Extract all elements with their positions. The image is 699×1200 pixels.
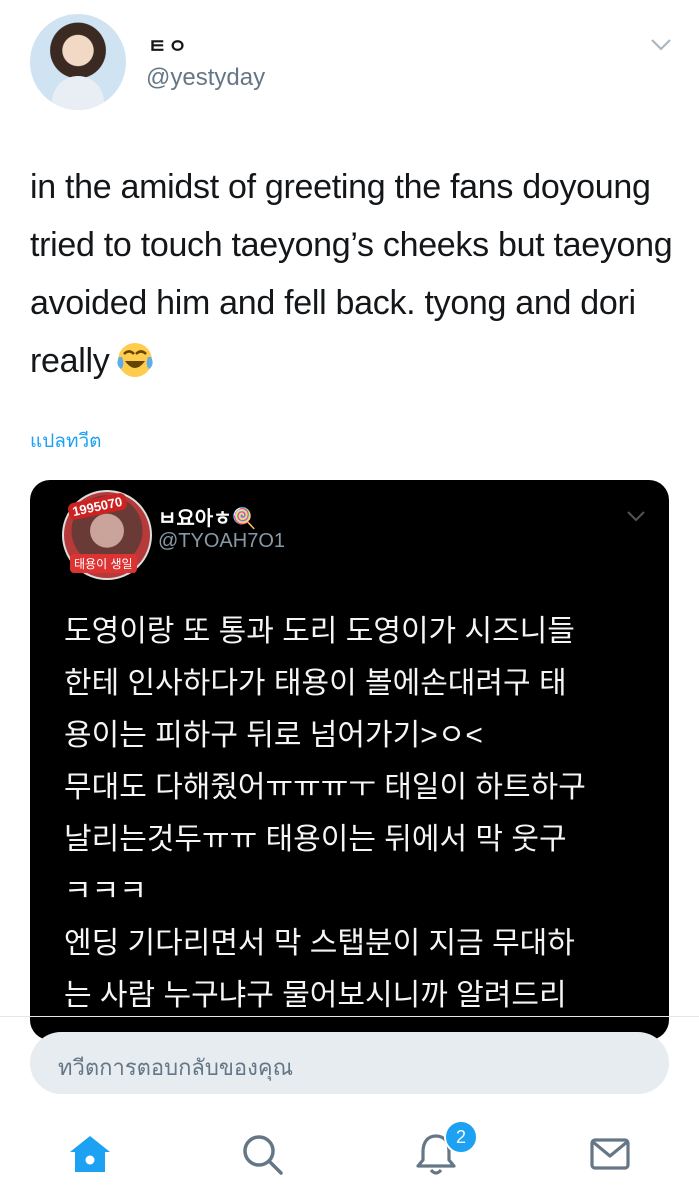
author-handle[interactable]: @yestyday <box>146 64 265 92</box>
quoted-handle: @TYOAH7O1 <box>158 530 286 552</box>
quoted-avatar-badge-bottom: 태용이 생일 <box>70 554 137 573</box>
messages-icon[interactable] <box>586 1130 634 1178</box>
quoted-display-name: ㅂ요아ㅎ🍭 <box>158 508 257 530</box>
laughing-crying-emoji-icon <box>117 343 154 377</box>
reply-placeholder: ทวีตการตอบกลับของคุณ <box>58 1055 293 1080</box>
quoted-tweet-text: 도영이랑 또 통과 도리 도영이가 시즈니들 한테 인사하다가 태용이 볼에손대… <box>64 615 586 1012</box>
home-icon[interactable] <box>66 1130 114 1178</box>
author-avatar[interactable] <box>30 14 126 110</box>
reply-input[interactable]: ทวีตการตอบกลับของคุณ <box>30 1032 669 1094</box>
quoted-chevron-down-icon <box>627 511 645 522</box>
search-icon[interactable] <box>238 1130 286 1178</box>
chevron-down-icon[interactable] <box>650 38 672 52</box>
translate-tweet-link[interactable]: แปลทวีต <box>30 426 101 456</box>
avatar-figure <box>52 76 104 110</box>
quoted-tweet-image[interactable]: 1995070 태용이 생일 ㅂ요아ㅎ🍭 @TYOAH7O1 도영이랑 또 통과… <box>30 480 669 1040</box>
quoted-avatar: 1995070 태용이 생일 <box>62 490 152 580</box>
author-display-name[interactable]: ㅌㅇ <box>148 30 189 59</box>
divider <box>0 1016 699 1017</box>
tweet-text: in the amidst of greeting the fans doyou… <box>30 158 680 390</box>
notification-count-badge: 2 <box>444 1120 478 1154</box>
quoted-avatar-badge-top: 1995070 <box>66 492 128 521</box>
